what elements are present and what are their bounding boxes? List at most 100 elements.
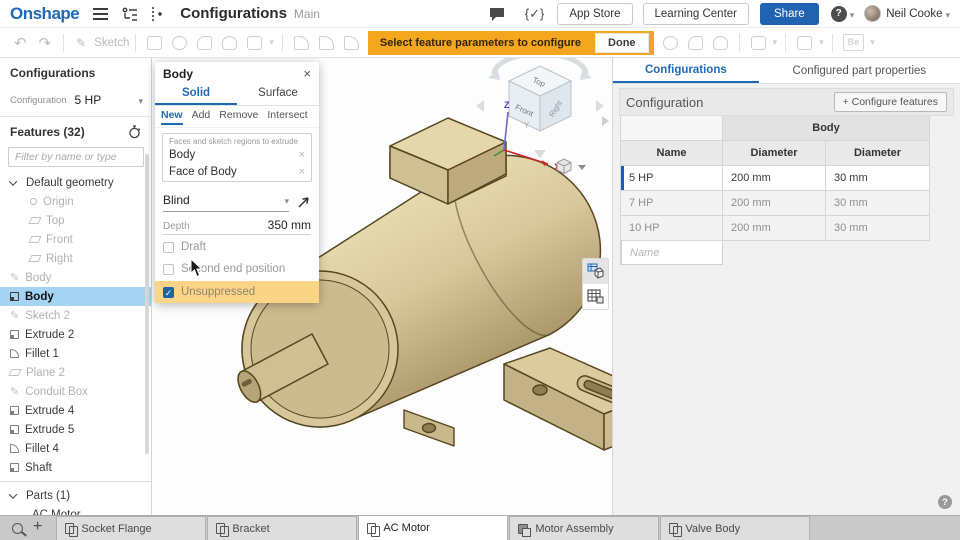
user-menu[interactable]: Neil Cooke xyxy=(886,8,942,20)
revolve-tool-icon[interactable] xyxy=(172,35,188,50)
feature-item-extrude-5[interactable]: Extrude 5 xyxy=(0,420,151,439)
tab-manager-icon[interactable] xyxy=(12,522,23,534)
feature-item-body-extrude[interactable]: Body xyxy=(0,287,151,306)
help-icon[interactable]: ? xyxy=(830,5,847,22)
versions-icon[interactable] xyxy=(122,7,138,21)
second-end-checkbox[interactable]: Second end position xyxy=(155,259,319,279)
configuration-selector[interactable]: Configuration 5 HP xyxy=(0,86,151,117)
thicken-tool-icon[interactable] xyxy=(247,35,263,50)
workspace-name[interactable]: Main xyxy=(294,7,320,21)
chevron-down-icon[interactable] xyxy=(8,489,18,499)
add-tab-icon[interactable]: + xyxy=(33,519,42,535)
loft-tool-icon[interactable] xyxy=(222,35,238,50)
table-row[interactable]: 10 HP 200 mm 30 mm xyxy=(621,216,930,241)
unsuppressed-checkbox[interactable]: Unsuppressed xyxy=(155,281,319,303)
op-intersect[interactable]: Intersect xyxy=(267,109,307,125)
feature-item-body-sketch[interactable]: ✎ Body xyxy=(0,268,151,287)
tab-bracket[interactable]: Bracket xyxy=(207,516,358,540)
view-options-icon[interactable] xyxy=(556,158,586,175)
remove-selection-icon[interactable]: × xyxy=(299,149,305,161)
learning-center-button[interactable]: Learning Center xyxy=(642,2,749,25)
selection-item[interactable]: Body × xyxy=(163,147,311,164)
left-panel-scrollbar[interactable] xyxy=(145,154,149,454)
sketch-icon[interactable]: ✎ xyxy=(76,36,86,50)
user-caret-icon[interactable] xyxy=(942,5,950,23)
close-icon[interactable]: × xyxy=(303,67,311,80)
configuration-caret-icon[interactable] xyxy=(135,91,143,109)
chevron-down-icon[interactable] xyxy=(8,176,18,186)
collapse-panel-arrow-icon[interactable] xyxy=(602,116,609,126)
app-store-button[interactable]: App Store xyxy=(557,2,633,25)
feature-item-extrude-2[interactable]: Extrude 2 xyxy=(0,325,151,344)
feature-item-fillet-1[interactable]: Fillet 1 xyxy=(0,344,151,363)
feature-item-sketch-2[interactable]: ✎ Sketch 2 xyxy=(0,306,151,325)
tab-motor-assembly[interactable]: Motor Assembly xyxy=(509,516,660,540)
table-row[interactable]: 7 HP 200 mm 30 mm xyxy=(621,191,930,216)
move-face-tool-icon[interactable] xyxy=(687,35,703,50)
feature-filter-input[interactable] xyxy=(8,147,144,167)
regenerate-icon[interactable] xyxy=(128,125,141,139)
exploded-view-tool-icon[interactable] xyxy=(797,35,813,50)
op-add[interactable]: Add xyxy=(192,109,211,125)
feature-item-conduit-box[interactable]: ✎ Conduit Box xyxy=(0,382,151,401)
parts-group[interactable]: Parts (1) xyxy=(0,486,151,505)
tab-socket-flange[interactable]: Socket Flange xyxy=(56,516,207,540)
draft-checkbox[interactable]: Draft xyxy=(155,237,319,257)
fillet-tool-icon[interactable] xyxy=(293,35,309,50)
sheet-metal-tool-icon[interactable] xyxy=(750,35,766,50)
sheet-metal-caret-icon[interactable]: ▾ xyxy=(773,37,778,48)
done-button[interactable]: Done xyxy=(595,32,649,53)
exploded-caret-icon[interactable]: ▾ xyxy=(819,37,824,48)
depth-field[interactable]: Depth 350 mm xyxy=(163,218,311,235)
tab-configured-part-properties[interactable]: Configured part properties xyxy=(759,58,960,83)
configured-features-icon[interactable] xyxy=(583,259,608,284)
remove-selection-icon[interactable]: × xyxy=(299,166,305,178)
part-item-ac-motor[interactable]: AC Motor xyxy=(0,505,151,516)
feature-item-shaft[interactable]: Shaft xyxy=(0,458,151,477)
tab-ac-motor[interactable]: AC Motor xyxy=(358,515,509,540)
op-new[interactable]: New xyxy=(161,109,183,125)
feature-item-default-geometry[interactable]: Default geometry xyxy=(0,173,151,192)
shell-tool-icon[interactable] xyxy=(712,35,728,50)
feature-item-fillet-4[interactable]: Fillet 4 xyxy=(0,439,151,458)
end-type-dropdown[interactable]: Blind xyxy=(163,191,289,212)
custom-feature-icon[interactable]: Be xyxy=(842,34,865,51)
help-icon[interactable]: ? xyxy=(938,495,952,509)
tab-configurations[interactable]: Configurations xyxy=(613,58,759,83)
help-caret-icon[interactable] xyxy=(847,5,855,23)
tab-solid[interactable]: Solid xyxy=(155,84,237,105)
sweep-tool-icon[interactable] xyxy=(197,35,213,50)
share-button[interactable]: Share xyxy=(760,2,819,25)
configuration-table-icon[interactable] xyxy=(583,284,608,309)
feature-item-plane-2[interactable]: Plane 2 xyxy=(0,363,151,382)
tab-valve-body[interactable]: Valve Body xyxy=(660,516,811,540)
undo-icon[interactable]: ↶ xyxy=(14,34,27,52)
hamburger-menu-icon[interactable] xyxy=(93,7,109,20)
redo-icon[interactable]: ↷ xyxy=(39,34,52,52)
insert-icon[interactable] xyxy=(150,6,163,22)
featurescript-icon[interactable]: {✓} xyxy=(525,6,545,22)
configure-features-button[interactable]: + Configure features xyxy=(833,92,947,112)
flip-direction-icon[interactable] xyxy=(297,195,311,209)
checkbox-checked-icon[interactable] xyxy=(163,286,174,298)
checkbox-icon[interactable] xyxy=(163,241,174,253)
feature-item-top[interactable]: Top xyxy=(0,211,151,230)
avatar[interactable] xyxy=(864,5,882,22)
configuration-value[interactable]: 5 HP xyxy=(75,93,136,107)
extrude-tool-icon[interactable] xyxy=(147,35,163,50)
feature-item-right[interactable]: Right xyxy=(0,249,151,268)
comment-icon[interactable] xyxy=(489,7,505,21)
draft-tool-icon[interactable] xyxy=(343,35,359,50)
feature-item-origin[interactable]: Origin xyxy=(0,192,151,211)
op-remove[interactable]: Remove xyxy=(219,109,258,125)
delete-face-tool-icon[interactable] xyxy=(662,35,678,50)
new-configuration-name-input[interactable] xyxy=(621,241,723,265)
tab-surface[interactable]: Surface xyxy=(237,84,319,105)
selection-item[interactable]: Face of Body × xyxy=(163,164,311,181)
tool-caret-icon[interactable]: ▾ xyxy=(269,37,274,48)
custom-feature-caret-icon[interactable]: ▾ xyxy=(870,37,875,48)
table-row[interactable]: 5 HP 200 mm 30 mm xyxy=(621,166,930,191)
checkbox-icon[interactable] xyxy=(163,263,174,275)
feature-item-extrude-4[interactable]: Extrude 4 xyxy=(0,401,151,420)
chamfer-tool-icon[interactable] xyxy=(318,35,334,50)
